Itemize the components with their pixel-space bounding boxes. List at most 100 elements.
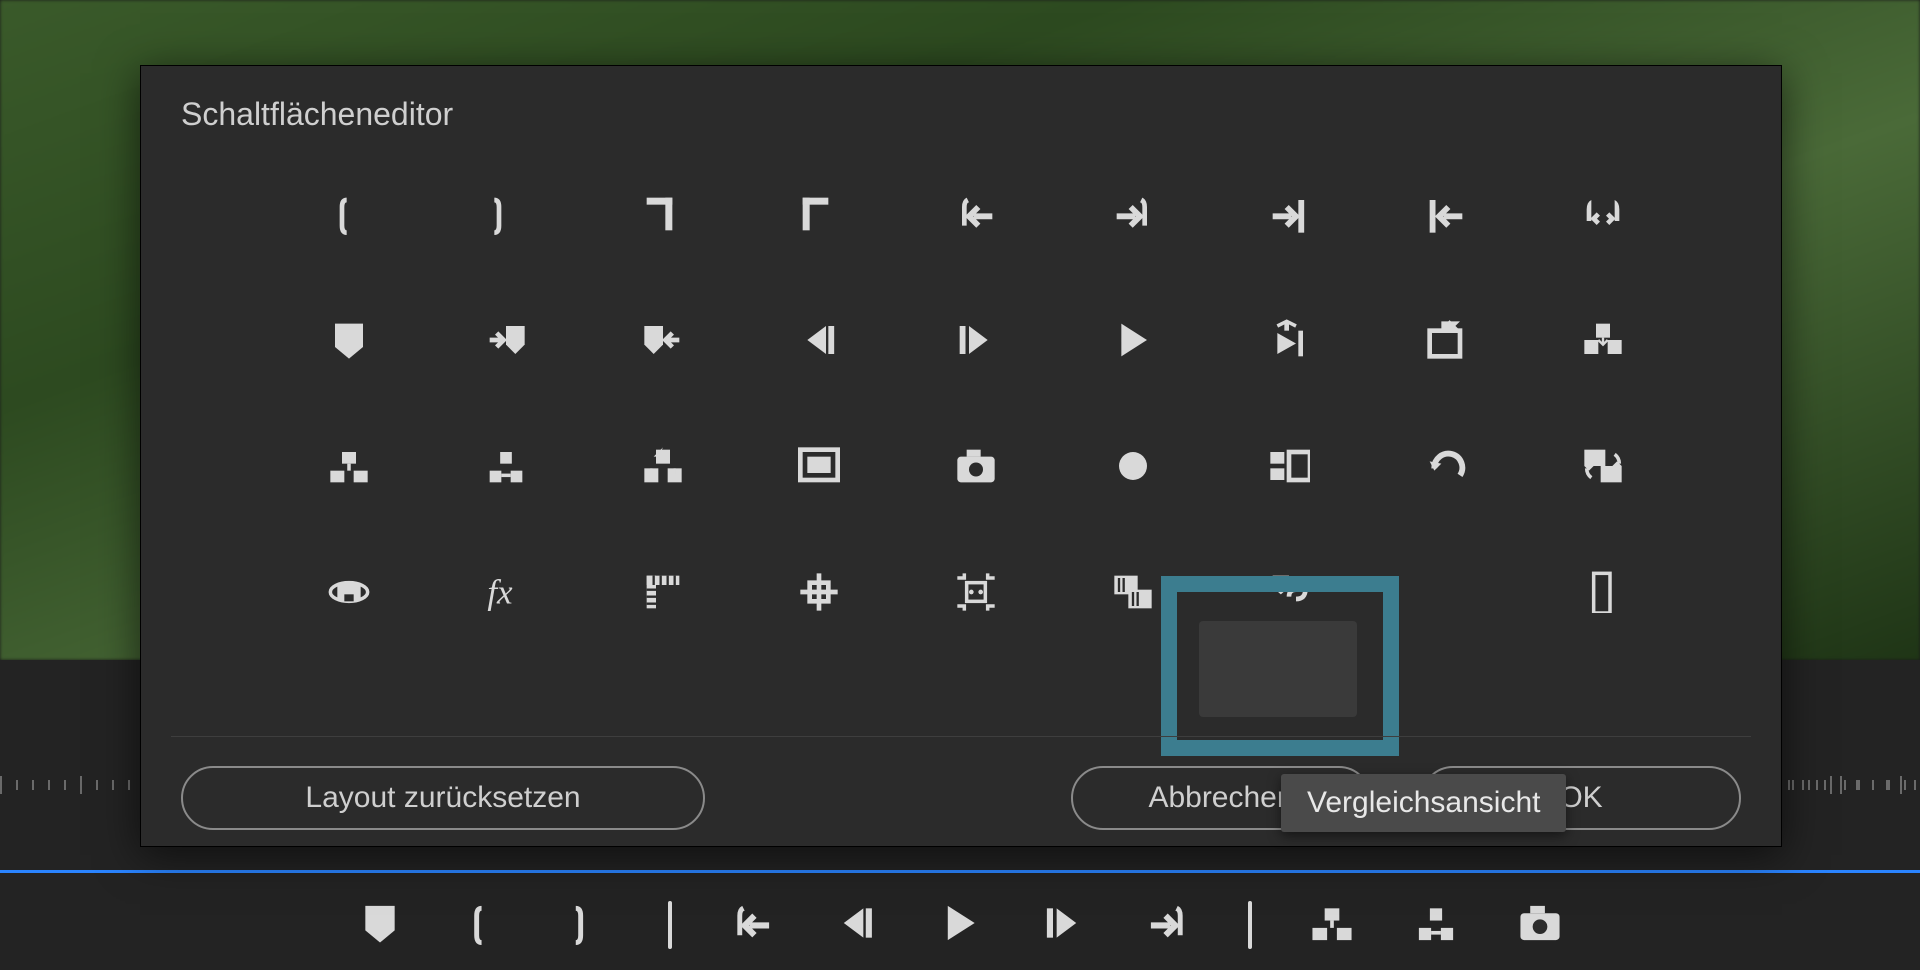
play-icon [1112, 319, 1154, 366]
go-to-out-icon [798, 193, 840, 240]
vr-video-button[interactable] [271, 564, 428, 624]
go-to-out-button[interactable] [741, 186, 898, 246]
go-to-next-edit-button[interactable] [1211, 186, 1368, 246]
proxy-icon [955, 571, 997, 618]
play-button[interactable] [1054, 312, 1211, 372]
proxy-button[interactable] [898, 564, 1055, 624]
mark-in-icon [462, 901, 506, 950]
button-editor-dialog: Schaltflächeneditor Layout zurücksetzen … [140, 65, 1782, 847]
lift-button[interactable] [271, 438, 428, 498]
transport-lift-button[interactable] [1308, 901, 1356, 949]
extract-icon [1414, 901, 1458, 950]
dialog-separator [171, 736, 1751, 737]
play-in-out-icon [1268, 319, 1310, 366]
button-bar-button[interactable] [1524, 564, 1681, 624]
step-back-button[interactable] [741, 312, 898, 372]
button-grid [271, 186, 1681, 624]
insert-overwrite-button[interactable] [1524, 312, 1681, 372]
blank-button [1368, 564, 1525, 624]
undo-button[interactable] [1368, 438, 1525, 498]
step-back-icon [834, 901, 878, 950]
prev-marker-button[interactable] [584, 312, 741, 372]
rulers-button[interactable] [584, 564, 741, 624]
transport-step-back-to-in-button[interactable] [728, 901, 776, 949]
in-out-around-icon [1582, 193, 1624, 240]
transport-separator [668, 901, 672, 949]
multicam-button[interactable] [1211, 438, 1368, 498]
multicam-icon [1268, 445, 1310, 492]
transport-extract-button[interactable] [1412, 901, 1460, 949]
add-marker-button[interactable] [271, 312, 428, 372]
record-icon [1112, 445, 1154, 492]
export-frame-icon [1425, 319, 1467, 366]
mark-out-icon [566, 901, 610, 950]
app-root: Schaltflächeneditor Layout zurücksetzen … [0, 0, 1920, 970]
go-to-in-button[interactable] [584, 186, 741, 246]
transport-step-fwd-button[interactable] [1040, 901, 1088, 949]
insert-overwrite-icon [1582, 319, 1624, 366]
swap-icon [1582, 445, 1624, 492]
add-marker-icon [358, 901, 402, 950]
transport-step-back-button[interactable] [832, 901, 880, 949]
safe-margins-icon [798, 445, 840, 492]
button-bar-icon [1582, 571, 1624, 618]
lift-icon [1310, 901, 1354, 950]
go-to-next-edit-icon [1268, 193, 1310, 240]
extract-icon [485, 445, 527, 492]
transport-add-marker-button[interactable] [356, 901, 404, 949]
play-in-out-button[interactable] [1211, 312, 1368, 372]
step-back-to-in-button[interactable] [898, 186, 1055, 246]
transport-separator [1248, 901, 1252, 949]
link-icon [1268, 571, 1310, 618]
mark-out-button[interactable] [428, 186, 585, 246]
comparison-view-button[interactable] [1054, 564, 1211, 624]
overwrite-button[interactable] [584, 438, 741, 498]
mark-out-icon [485, 193, 527, 240]
prev-marker-icon [642, 319, 684, 366]
safe-margins-button[interactable] [741, 438, 898, 498]
go-to-prev-edit-icon [1425, 193, 1467, 240]
overwrite-icon [642, 445, 684, 492]
rulers-icon [642, 571, 684, 618]
step-fwd-button[interactable] [898, 312, 1055, 372]
transport-step-fwd-to-out-button[interactable] [1144, 901, 1192, 949]
dialog-title: Schaltflächeneditor [181, 96, 453, 133]
vr-video-icon [328, 571, 370, 618]
extract-button[interactable] [428, 438, 585, 498]
lift-icon [328, 445, 370, 492]
comparison-view-icon [1112, 571, 1154, 618]
fx-button[interactable] [428, 564, 585, 624]
snapshot-button[interactable] [898, 438, 1055, 498]
reset-layout-button[interactable]: Layout zurücksetzen [181, 766, 705, 830]
swap-button[interactable] [1524, 438, 1681, 498]
comparison-view-hover-bg [1199, 621, 1357, 717]
grid-icon [798, 571, 840, 618]
step-fwd-icon [1042, 901, 1086, 950]
step-fwd-to-out-button[interactable] [1054, 186, 1211, 246]
go-to-prev-edit-button[interactable] [1368, 186, 1525, 246]
transport-mark-out-button[interactable] [564, 901, 612, 949]
record-button[interactable] [1054, 438, 1211, 498]
next-marker-button[interactable] [428, 312, 585, 372]
grid-button[interactable] [741, 564, 898, 624]
add-marker-icon [328, 319, 370, 366]
transport-button-row [0, 890, 1920, 960]
next-marker-icon [485, 319, 527, 366]
export-frame-button[interactable] [1368, 312, 1525, 372]
transport-snapshot-button[interactable] [1516, 901, 1564, 949]
step-fwd-to-out-icon [1112, 193, 1154, 240]
snapshot-icon [955, 445, 997, 492]
transport-mark-in-button[interactable] [460, 901, 508, 949]
transport-play-button[interactable] [936, 901, 984, 949]
step-fwd-to-out-icon [1146, 901, 1190, 950]
link-button[interactable] [1211, 564, 1368, 624]
mark-in-icon [328, 193, 370, 240]
timeline-playhead-line [0, 870, 1920, 873]
tooltip: Vergleichsansicht [1281, 774, 1566, 832]
step-fwd-icon [955, 319, 997, 366]
play-icon [938, 901, 982, 950]
mark-in-button[interactable] [271, 186, 428, 246]
go-to-in-icon [642, 193, 684, 240]
step-back-icon [798, 319, 840, 366]
in-out-around-button[interactable] [1524, 186, 1681, 246]
